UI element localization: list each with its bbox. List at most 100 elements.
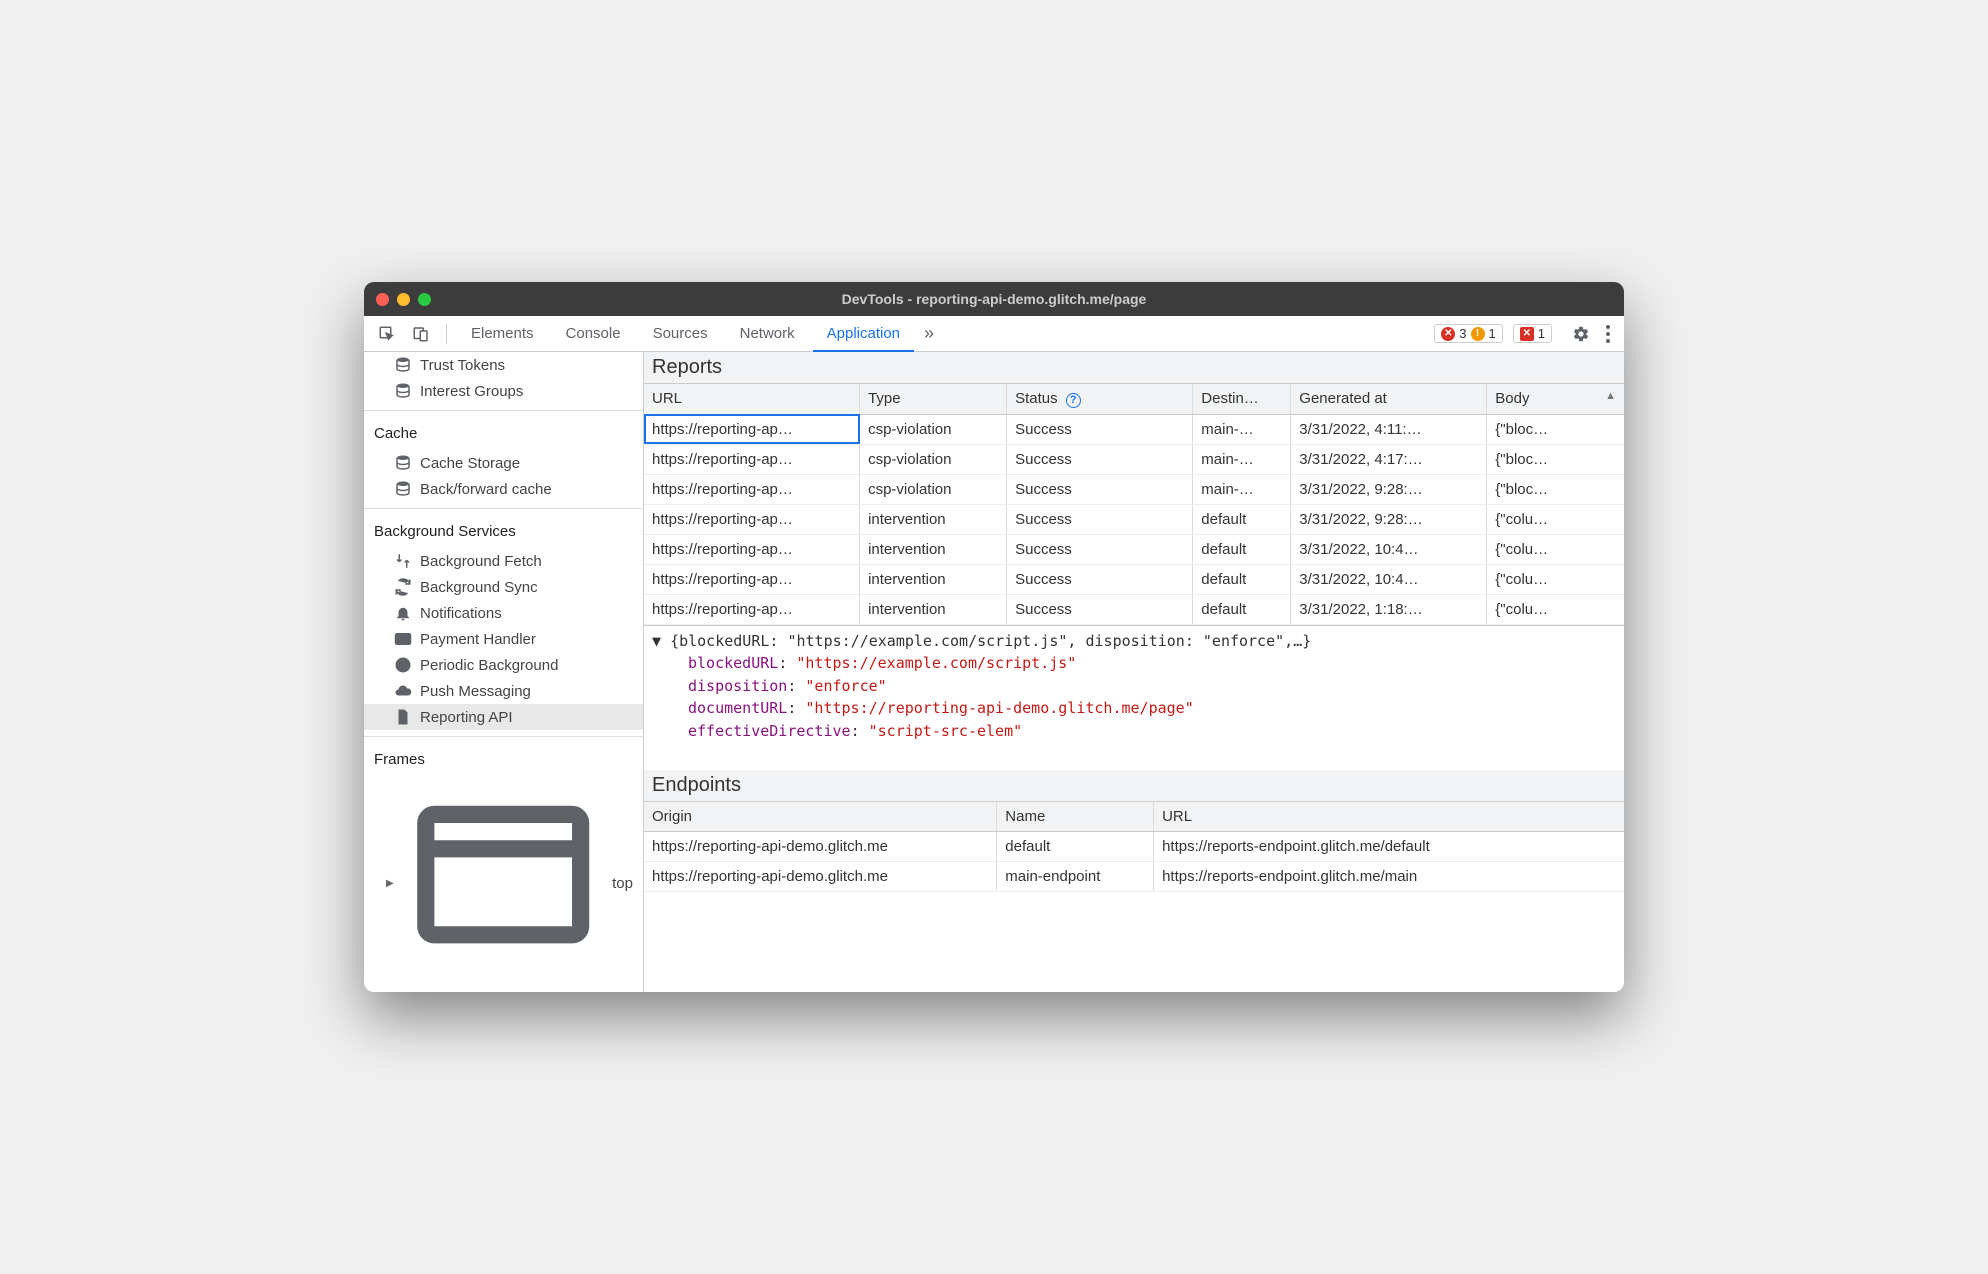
object-property: effectiveDirective: "script-src-elem" bbox=[688, 720, 1616, 743]
col-body[interactable]: Body ▲ bbox=[1487, 384, 1624, 414]
table-cell: 3/31/2022, 10:4… bbox=[1291, 534, 1487, 564]
col-name[interactable]: Name bbox=[997, 802, 1154, 832]
object-summary: {blockedURL: "https://example.com/script… bbox=[670, 632, 1311, 650]
tab-network[interactable]: Network bbox=[726, 316, 809, 352]
bell-icon bbox=[394, 604, 412, 622]
table-row[interactable]: https://reporting-ap…csp-violationSucces… bbox=[644, 474, 1624, 504]
table-row[interactable]: https://reporting-api-demo.glitch.medefa… bbox=[644, 831, 1624, 861]
object-disclosure[interactable]: ▼ {blockedURL: "https://example.com/scri… bbox=[652, 630, 1616, 653]
sidebar-item-push-messaging[interactable]: Push Messaging bbox=[364, 678, 643, 704]
warning-count: 1 bbox=[1489, 326, 1496, 341]
disclosure-triangle-icon[interactable]: ▶ bbox=[386, 878, 394, 889]
sidebar-item-frame-top[interactable]: ▶ top bbox=[364, 776, 643, 990]
col-url[interactable]: URL bbox=[1154, 802, 1624, 832]
kebab-menu-icon[interactable] bbox=[1600, 321, 1616, 347]
table-cell: Success bbox=[1007, 594, 1193, 624]
table-header-row: URL Type Status ? Destin… Generated at B… bbox=[644, 384, 1624, 414]
tab-console[interactable]: Console bbox=[552, 316, 635, 352]
table-cell: main-… bbox=[1193, 414, 1291, 444]
sidebar-item-periodic-background[interactable]: Periodic Background bbox=[364, 652, 643, 678]
issue-count: 1 bbox=[1538, 326, 1545, 341]
help-icon[interactable]: ? bbox=[1066, 393, 1081, 408]
col-origin[interactable]: Origin bbox=[644, 802, 997, 832]
sidebar-section-frames: Frames bbox=[364, 743, 643, 776]
tab-elements[interactable]: Elements bbox=[457, 316, 548, 352]
table-cell: Success bbox=[1007, 444, 1193, 474]
col-destination[interactable]: Destin… bbox=[1193, 384, 1291, 414]
divider bbox=[364, 410, 643, 411]
error-count: 3 bbox=[1459, 326, 1466, 341]
table-row[interactable]: https://reporting-ap…interventionSuccess… bbox=[644, 534, 1624, 564]
table-cell: default bbox=[1193, 564, 1291, 594]
table-cell: intervention bbox=[860, 564, 1007, 594]
sidebar-item-label: Background Sync bbox=[420, 579, 538, 596]
endpoints-panel-title: Endpoints bbox=[644, 770, 1624, 802]
table-cell: default bbox=[1193, 594, 1291, 624]
table-cell: https://reporting-ap… bbox=[644, 414, 860, 444]
table-row[interactable]: https://reporting-ap…interventionSuccess… bbox=[644, 504, 1624, 534]
more-tabs-icon[interactable]: » bbox=[918, 319, 940, 348]
sidebar-item-payment-handler[interactable]: Payment Handler bbox=[364, 626, 643, 652]
table-cell: https://reporting-ap… bbox=[644, 564, 860, 594]
titlebar: DevTools - reporting-api-demo.glitch.me/… bbox=[364, 282, 1624, 316]
database-icon bbox=[394, 356, 412, 374]
table-cell: main-endpoint bbox=[997, 861, 1154, 891]
sidebar-item-reporting-api[interactable]: Reporting API bbox=[364, 704, 643, 730]
sidebar-item-trust-tokens[interactable]: Trust Tokens bbox=[364, 352, 643, 378]
sidebar-item-cache-storage[interactable]: Cache Storage bbox=[364, 450, 643, 476]
table-cell: {"colu… bbox=[1487, 504, 1624, 534]
table-row[interactable]: https://reporting-ap…csp-violationSucces… bbox=[644, 414, 1624, 444]
table-cell: 3/31/2022, 9:28:… bbox=[1291, 474, 1487, 504]
issue-icon: ✕ bbox=[1520, 327, 1534, 341]
object-property: blockedURL: "https://example.com/script.… bbox=[688, 652, 1616, 675]
minimize-window-button[interactable] bbox=[397, 293, 410, 306]
tab-sources[interactable]: Sources bbox=[639, 316, 722, 352]
issues-badge[interactable]: ✕ 1 bbox=[1513, 324, 1552, 343]
col-status[interactable]: Status ? bbox=[1007, 384, 1193, 414]
table-cell: Success bbox=[1007, 414, 1193, 444]
sort-ascending-icon: ▲ bbox=[1605, 390, 1616, 402]
table-cell: {"colu… bbox=[1487, 594, 1624, 624]
table-cell: 3/31/2022, 1:18:… bbox=[1291, 594, 1487, 624]
traffic-lights bbox=[376, 293, 431, 306]
table-cell: 3/31/2022, 9:28:… bbox=[1291, 504, 1487, 534]
col-type[interactable]: Type bbox=[860, 384, 1007, 414]
sidebar-item-background-fetch[interactable]: Background Fetch bbox=[364, 548, 643, 574]
file-icon bbox=[394, 708, 412, 726]
sync-icon bbox=[394, 578, 412, 596]
table-cell: csp-violation bbox=[860, 474, 1007, 504]
inspect-element-icon[interactable] bbox=[372, 321, 402, 347]
zoom-window-button[interactable] bbox=[418, 293, 431, 306]
report-detail-pane: ▼ {blockedURL: "https://example.com/scri… bbox=[644, 625, 1624, 770]
col-url[interactable]: URL bbox=[644, 384, 860, 414]
database-icon bbox=[394, 480, 412, 498]
database-icon bbox=[394, 382, 412, 400]
tab-application[interactable]: Application bbox=[813, 316, 914, 352]
table-cell: {"bloc… bbox=[1487, 414, 1624, 444]
devtools-toolbar: Elements Console Sources Network Applica… bbox=[364, 316, 1624, 352]
sidebar-item-label: Notifications bbox=[420, 605, 502, 622]
table-row[interactable]: https://reporting-ap…interventionSuccess… bbox=[644, 564, 1624, 594]
divider bbox=[364, 508, 643, 509]
sidebar-item-bfcache[interactable]: Back/forward cache bbox=[364, 476, 643, 502]
col-generated-at[interactable]: Generated at bbox=[1291, 384, 1487, 414]
sidebar-item-interest-groups[interactable]: Interest Groups bbox=[364, 378, 643, 404]
device-toolbar-icon[interactable] bbox=[406, 321, 436, 347]
devtools-window: DevTools - reporting-api-demo.glitch.me/… bbox=[364, 282, 1624, 992]
table-cell: https://reporting-api-demo.glitch.me bbox=[644, 861, 997, 891]
close-window-button[interactable] bbox=[376, 293, 389, 306]
error-icon: ✕ bbox=[1441, 327, 1455, 341]
reports-panel-title: Reports bbox=[644, 352, 1624, 384]
sidebar-item-label: Interest Groups bbox=[420, 383, 523, 400]
table-row[interactable]: https://reporting-ap…csp-violationSucces… bbox=[644, 444, 1624, 474]
table-cell: default bbox=[997, 831, 1154, 861]
table-row[interactable]: https://reporting-api-demo.glitch.memain… bbox=[644, 861, 1624, 891]
table-cell: intervention bbox=[860, 534, 1007, 564]
settings-icon[interactable] bbox=[1566, 321, 1596, 347]
sidebar-item-notifications[interactable]: Notifications bbox=[364, 600, 643, 626]
sidebar-item-background-sync[interactable]: Background Sync bbox=[364, 574, 643, 600]
sidebar-item-label: Back/forward cache bbox=[420, 481, 552, 498]
sidebar-item-label: Periodic Background bbox=[420, 657, 558, 674]
error-warning-badge[interactable]: ✕ 3 ! 1 bbox=[1434, 324, 1502, 343]
table-row[interactable]: https://reporting-ap…interventionSuccess… bbox=[644, 594, 1624, 624]
